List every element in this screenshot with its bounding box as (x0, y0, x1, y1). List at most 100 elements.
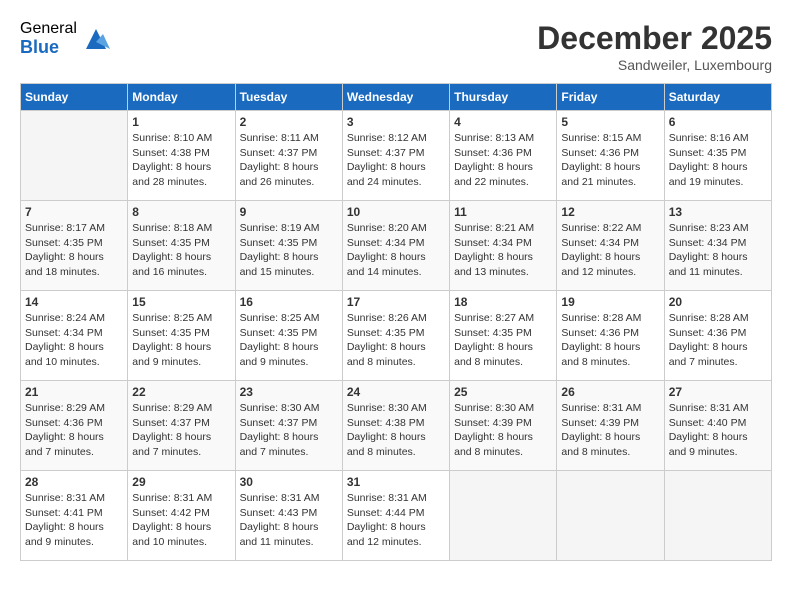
day-number: 8 (132, 205, 230, 219)
calendar-cell: 13 Sunrise: 8:23 AM Sunset: 4:34 PM Dayli… (664, 201, 771, 291)
logo: General Blue (20, 20, 111, 57)
calendar-cell: 21 Sunrise: 8:29 AM Sunset: 4:36 PM Dayli… (21, 381, 128, 471)
calendar-cell: 22 Sunrise: 8:29 AM Sunset: 4:37 PM Dayli… (128, 381, 235, 471)
day-number: 13 (669, 205, 767, 219)
day-number: 15 (132, 295, 230, 309)
day-number: 6 (669, 115, 767, 129)
day-detail: Sunrise: 8:28 AM Sunset: 4:36 PM Dayligh… (669, 311, 767, 370)
day-detail: Sunrise: 8:30 AM Sunset: 4:37 PM Dayligh… (240, 401, 338, 460)
calendar-cell: 9Sunrise: 8:19 AM Sunset: 4:35 PM Daylig… (235, 201, 342, 291)
day-detail: Sunrise: 8:18 AM Sunset: 4:35 PM Dayligh… (132, 221, 230, 280)
calendar-cell (557, 471, 664, 561)
calendar-cell: 31Sunrise: 8:31 AM Sunset: 4:44 PM Dayli… (342, 471, 449, 561)
day-detail: Sunrise: 8:30 AM Sunset: 4:39 PM Dayligh… (454, 401, 552, 460)
day-number: 1 (132, 115, 230, 129)
day-detail: Sunrise: 8:16 AM Sunset: 4:35 PM Dayligh… (669, 131, 767, 190)
calendar-cell: 5 Sunrise: 8:15 AM Sunset: 4:36 PM Daylig… (557, 111, 664, 201)
title-section: December 2025 Sandweiler, Luxembourg (537, 20, 772, 73)
calendar-cell: 4Sunrise: 8:13 AM Sunset: 4:36 PM Daylig… (450, 111, 557, 201)
day-number: 27 (669, 385, 767, 399)
day-number: 17 (347, 295, 445, 309)
day-number: 7 (25, 205, 123, 219)
day-detail: Sunrise: 8:25 AM Sunset: 4:35 PM Dayligh… (240, 311, 338, 370)
logo-icon (81, 24, 111, 54)
day-number: 14 (25, 295, 123, 309)
calendar-cell: 3Sunrise: 8:12 AM Sunset: 4:37 PM Daylig… (342, 111, 449, 201)
calendar-cell: 15Sunrise: 8:25 AM Sunset: 4:35 PM Dayli… (128, 291, 235, 381)
calendar-cell: 12 Sunrise: 8:22 AM Sunset: 4:34 PM Dayli… (557, 201, 664, 291)
calendar-cell: 29Sunrise: 8:31 AM Sunset: 4:42 PM Dayli… (128, 471, 235, 561)
day-detail: Sunrise: 8:13 AM Sunset: 4:36 PM Dayligh… (454, 131, 552, 190)
day-detail: Sunrise: 8:19 AM Sunset: 4:35 PM Dayligh… (240, 221, 338, 280)
day-number: 22 (132, 385, 230, 399)
calendar-cell: 24Sunrise: 8:30 AM Sunset: 4:38 PM Dayli… (342, 381, 449, 471)
day-number: 24 (347, 385, 445, 399)
calendar-cell: 17 Sunrise: 8:26 AM Sunset: 4:35 PM Dayli… (342, 291, 449, 381)
calendar-header-row: SundayMondayTuesdayWednesdayThursdayFrid… (21, 84, 772, 111)
day-number: 28 (25, 475, 123, 489)
month-title: December 2025 (537, 20, 772, 57)
calendar-week-5: 28 Sunrise: 8:31 AM Sunset: 4:41 PM Dayli… (21, 471, 772, 561)
day-detail: Sunrise: 8:31 AM Sunset: 4:40 PM Dayligh… (669, 401, 767, 460)
calendar-cell: 30Sunrise: 8:31 AM Sunset: 4:43 PM Dayli… (235, 471, 342, 561)
calendar-week-4: 21 Sunrise: 8:29 AM Sunset: 4:36 PM Dayli… (21, 381, 772, 471)
calendar-cell: 20 Sunrise: 8:28 AM Sunset: 4:36 PM Dayli… (664, 291, 771, 381)
calendar-cell: 14 Sunrise: 8:24 AM Sunset: 4:34 PM Dayli… (21, 291, 128, 381)
calendar-week-1: 1Sunrise: 8:10 AM Sunset: 4:38 PM Daylig… (21, 111, 772, 201)
calendar-cell: 8 Sunrise: 8:18 AM Sunset: 4:35 PM Daylig… (128, 201, 235, 291)
calendar-cell: 28 Sunrise: 8:31 AM Sunset: 4:41 PM Dayli… (21, 471, 128, 561)
day-number: 19 (561, 295, 659, 309)
day-number: 11 (454, 205, 552, 219)
day-detail: Sunrise: 8:28 AM Sunset: 4:36 PM Dayligh… (561, 311, 659, 370)
calendar-cell: 16 Sunrise: 8:25 AM Sunset: 4:35 PM Dayli… (235, 291, 342, 381)
day-number: 12 (561, 205, 659, 219)
calendar-header-friday: Friday (557, 84, 664, 111)
day-detail: Sunrise: 8:31 AM Sunset: 4:44 PM Dayligh… (347, 491, 445, 550)
day-number: 18 (454, 295, 552, 309)
day-detail: Sunrise: 8:20 AM Sunset: 4:34 PM Dayligh… (347, 221, 445, 280)
calendar-cell: 1Sunrise: 8:10 AM Sunset: 4:38 PM Daylig… (128, 111, 235, 201)
day-detail: Sunrise: 8:23 AM Sunset: 4:34 PM Dayligh… (669, 221, 767, 280)
calendar-cell: 6 Sunrise: 8:16 AM Sunset: 4:35 PM Daylig… (664, 111, 771, 201)
calendar-cell: 2 Sunrise: 8:11 AM Sunset: 4:37 PM Daylig… (235, 111, 342, 201)
logo-general: General (20, 20, 77, 38)
calendar-cell (664, 471, 771, 561)
calendar-cell: 23 Sunrise: 8:30 AM Sunset: 4:37 PM Dayli… (235, 381, 342, 471)
calendar-cell: 18 Sunrise: 8:27 AM Sunset: 4:35 PM Dayli… (450, 291, 557, 381)
day-detail: Sunrise: 8:26 AM Sunset: 4:35 PM Dayligh… (347, 311, 445, 370)
logo-blue: Blue (20, 38, 77, 58)
day-number: 2 (240, 115, 338, 129)
day-detail: Sunrise: 8:24 AM Sunset: 4:34 PM Dayligh… (25, 311, 123, 370)
day-detail: Sunrise: 8:17 AM Sunset: 4:35 PM Dayligh… (25, 221, 123, 280)
day-number: 26 (561, 385, 659, 399)
day-detail: Sunrise: 8:31 AM Sunset: 4:42 PM Dayligh… (132, 491, 230, 550)
day-detail: Sunrise: 8:29 AM Sunset: 4:36 PM Dayligh… (25, 401, 123, 460)
calendar-week-3: 14 Sunrise: 8:24 AM Sunset: 4:34 PM Dayli… (21, 291, 772, 381)
day-number: 21 (25, 385, 123, 399)
page-header: General Blue December 2025 Sandweiler, L… (20, 20, 772, 73)
day-detail: Sunrise: 8:11 AM Sunset: 4:37 PM Dayligh… (240, 131, 338, 190)
calendar-header-sunday: Sunday (21, 84, 128, 111)
calendar-cell: 19 Sunrise: 8:28 AM Sunset: 4:36 PM Dayli… (557, 291, 664, 381)
day-detail: Sunrise: 8:22 AM Sunset: 4:34 PM Dayligh… (561, 221, 659, 280)
calendar-header-monday: Monday (128, 84, 235, 111)
location: Sandweiler, Luxembourg (537, 57, 772, 73)
day-detail: Sunrise: 8:29 AM Sunset: 4:37 PM Dayligh… (132, 401, 230, 460)
day-number: 10 (347, 205, 445, 219)
calendar-header-tuesday: Tuesday (235, 84, 342, 111)
calendar-cell (450, 471, 557, 561)
day-number: 23 (240, 385, 338, 399)
day-number: 16 (240, 295, 338, 309)
day-detail: Sunrise: 8:15 AM Sunset: 4:36 PM Dayligh… (561, 131, 659, 190)
day-detail: Sunrise: 8:31 AM Sunset: 4:41 PM Dayligh… (25, 491, 123, 550)
day-detail: Sunrise: 8:31 AM Sunset: 4:39 PM Dayligh… (561, 401, 659, 460)
calendar-cell: 26 Sunrise: 8:31 AM Sunset: 4:39 PM Dayli… (557, 381, 664, 471)
day-detail: Sunrise: 8:27 AM Sunset: 4:35 PM Dayligh… (454, 311, 552, 370)
calendar-cell: 7 Sunrise: 8:17 AM Sunset: 4:35 PM Daylig… (21, 201, 128, 291)
day-detail: Sunrise: 8:31 AM Sunset: 4:43 PM Dayligh… (240, 491, 338, 550)
day-number: 5 (561, 115, 659, 129)
day-number: 20 (669, 295, 767, 309)
calendar-cell: 27 Sunrise: 8:31 AM Sunset: 4:40 PM Dayli… (664, 381, 771, 471)
calendar-header-thursday: Thursday (450, 84, 557, 111)
day-detail: Sunrise: 8:21 AM Sunset: 4:34 PM Dayligh… (454, 221, 552, 280)
